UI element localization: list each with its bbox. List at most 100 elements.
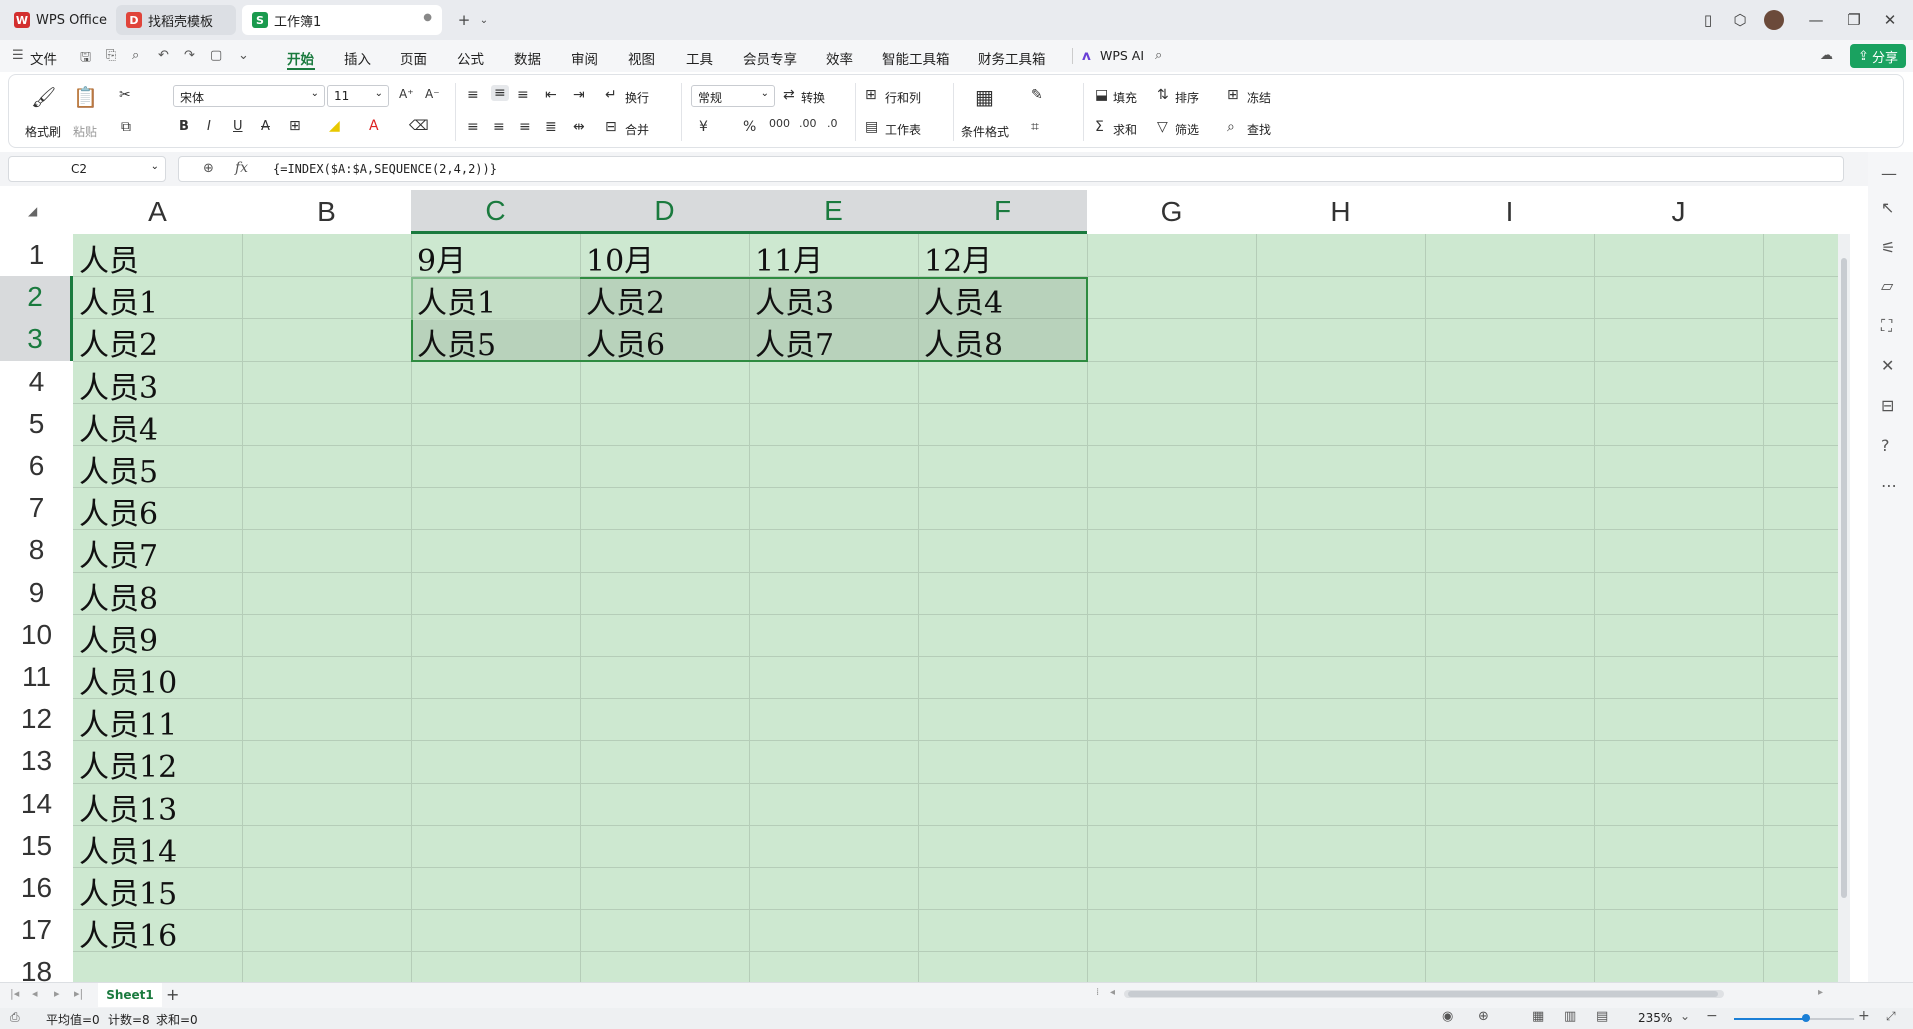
select-pointer-icon[interactable]: ↖ <box>1881 198 1894 217</box>
cell-e3[interactable]: 人员7 <box>749 320 834 364</box>
font-name-select[interactable]: 宋体 ⌄ <box>173 85 325 107</box>
row-header-10[interactable]: 10 <box>0 613 73 656</box>
page-break-view-icon[interactable]: ▥ <box>1564 1009 1576 1024</box>
prev-sheet-icon[interactable]: ◂ <box>32 987 38 1000</box>
column-header-a[interactable]: A <box>73 190 242 234</box>
number-format-select[interactable]: 常规 ⌄ <box>691 85 775 107</box>
sort-button[interactable]: 排序 <box>1175 89 1199 106</box>
increase-indent-icon[interactable]: ⇥ <box>573 87 585 103</box>
font-color-icon[interactable]: A <box>369 118 379 134</box>
wrap-icon[interactable]: ↵ <box>605 87 617 103</box>
percent-icon[interactable]: % <box>743 119 756 135</box>
layout-icon[interactable]: ▯ <box>1696 8 1720 32</box>
formula-input[interactable]: ⊕ fx {=INDEX($A:$A,SEQUENCE(2,4,2))} <box>178 156 1844 182</box>
currency-icon[interactable]: ¥ <box>699 119 708 135</box>
cell-a9[interactable]: 人员8 <box>73 574 158 618</box>
fill-icon[interactable]: ⬓ <box>1095 87 1108 103</box>
find-icon[interactable]: ⌕ <box>1227 119 1235 135</box>
row-header-13[interactable]: 13 <box>0 740 73 783</box>
photo-icon[interactable]: ⛶ <box>1881 316 1892 336</box>
zoom-in-icon[interactable]: + <box>1858 1008 1870 1024</box>
cell-a13[interactable]: 人员12 <box>73 742 177 786</box>
sum-icon[interactable]: Σ <box>1095 119 1104 135</box>
row-col-button[interactable]: 行和列 <box>885 89 921 106</box>
menu-insert[interactable]: 插入 <box>344 48 371 68</box>
cell-a5[interactable]: 人员4 <box>73 405 158 449</box>
decrease-indent-icon[interactable]: ⇤ <box>545 87 557 103</box>
row-header-9[interactable]: 9 <box>0 571 73 614</box>
cell-c3[interactable]: 人员5 <box>411 320 496 364</box>
menu-review[interactable]: 审阅 <box>571 48 598 68</box>
tab-list-chevron-icon[interactable]: ⌄ <box>472 8 496 32</box>
scroll-divider-icon[interactable]: ⁞ <box>1096 987 1099 998</box>
freeze-button[interactable]: 冻结 <box>1247 89 1271 106</box>
avatar[interactable] <box>1764 10 1784 30</box>
paste-button[interactable]: 粘贴 <box>73 123 97 140</box>
cell-c2[interactable]: 人员1 <box>411 278 496 322</box>
strikethrough-icon[interactable]: A <box>261 119 270 134</box>
menu-efficiency[interactable]: 效率 <box>826 48 853 68</box>
zoom-formula-icon[interactable]: ⊕ <box>203 161 214 176</box>
row-header-3[interactable]: 3 <box>0 318 73 361</box>
cut-icon[interactable]: ✂ <box>119 87 131 103</box>
zoom-level[interactable]: 235% <box>1638 1011 1672 1025</box>
cell-d2[interactable]: 人员2 <box>580 278 665 322</box>
horizontal-scrollbar[interactable] <box>1124 990 1724 998</box>
align-bottom-icon[interactable]: ≡ <box>517 87 529 103</box>
cell-a8[interactable]: 人员7 <box>73 531 158 575</box>
align-right-icon[interactable]: ≡ <box>519 119 531 135</box>
wps-ai-icon[interactable]: ʌ <box>1082 48 1091 64</box>
copy-icon[interactable]: ⧉ <box>121 119 131 135</box>
eye-protection-icon[interactable]: ◉ <box>1442 1009 1453 1024</box>
focus-icon[interactable]: ⊕ <box>1478 1009 1489 1024</box>
menu-view[interactable]: 视图 <box>628 48 655 68</box>
row-header-6[interactable]: 6 <box>0 445 73 488</box>
menu-member[interactable]: 会员专享 <box>743 48 797 68</box>
column-header-b[interactable]: B <box>242 190 411 234</box>
find-button[interactable]: 查找 <box>1247 121 1271 138</box>
select-all-corner[interactable]: ◢ <box>0 190 73 234</box>
cell-d3[interactable]: 人员6 <box>580 320 665 364</box>
more-chevron-icon[interactable]: ⌄ <box>238 48 249 63</box>
unsaved-dot-icon[interactable]: ● <box>423 12 432 23</box>
cell-e1[interactable]: 11月 <box>749 236 823 280</box>
menu-page[interactable]: 页面 <box>400 48 427 68</box>
bold-icon[interactable]: B <box>179 119 189 134</box>
merge-button[interactable]: 合并 <box>625 121 649 138</box>
settings-sliders-icon[interactable]: ⚟ <box>1881 238 1895 257</box>
align-left-icon[interactable]: ≡ <box>467 119 479 135</box>
column-header-j[interactable]: J <box>1594 190 1763 234</box>
cube-icon[interactable]: ⬡ <box>1728 8 1752 32</box>
vertical-scroll-thumb[interactable] <box>1841 258 1847 898</box>
cell-a4[interactable]: 人员3 <box>73 363 158 407</box>
row-header-5[interactable]: 5 <box>0 402 73 445</box>
cloud-icon[interactable]: ☁ <box>1820 48 1833 63</box>
cell-a12[interactable]: 人员11 <box>73 700 177 744</box>
row-header-4[interactable]: 4 <box>0 360 73 403</box>
column-header-h[interactable]: H <box>1256 190 1425 234</box>
cell-a15[interactable]: 人员14 <box>73 827 177 871</box>
row-header-18[interactable]: 18 <box>0 951 73 982</box>
comment-icon[interactable]: ▱ <box>1881 276 1893 295</box>
convert-button[interactable]: 转换 <box>801 89 825 106</box>
cell-a2[interactable]: 人员1 <box>73 278 158 322</box>
scroll-left-icon[interactable]: ◂ <box>1110 987 1115 998</box>
italic-icon[interactable]: I <box>207 119 211 134</box>
worksheet-button[interactable]: 工作表 <box>885 121 921 138</box>
filter-button[interactable]: 筛选 <box>1175 121 1199 138</box>
tab-workbook1[interactable]: S 工作簿1 ● <box>242 5 442 35</box>
add-sheet-button[interactable]: + <box>166 985 179 1004</box>
filter-icon[interactable]: ▽ <box>1157 119 1168 135</box>
sort-icon[interactable]: ⇅ <box>1157 87 1169 103</box>
distribute-icon[interactable]: ⇹ <box>573 119 585 135</box>
cell-e2[interactable]: 人员3 <box>749 278 834 322</box>
column-header-c[interactable]: C <box>411 190 580 234</box>
zoom-chevron-icon[interactable]: ⌄ <box>1680 1009 1690 1023</box>
zoom-slider[interactable] <box>1734 1014 1854 1022</box>
row-header-14[interactable]: 14 <box>0 782 73 825</box>
minimize-icon[interactable]: — <box>1804 8 1828 32</box>
sum-button[interactable]: 求和 <box>1113 121 1137 138</box>
cell-a11[interactable]: 人员10 <box>73 658 177 702</box>
cell-a3[interactable]: 人员2 <box>73 320 158 364</box>
row-header-11[interactable]: 11 <box>0 656 73 699</box>
